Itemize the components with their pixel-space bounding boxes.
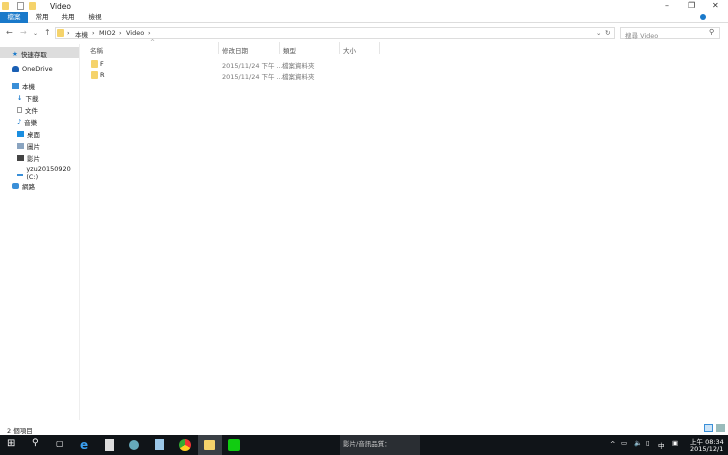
recent-dropdown[interactable]: ⌄ [33,30,38,37]
network-icon [12,183,19,189]
tab-view[interactable]: 檢視 [85,12,105,23]
breadcrumb-mio2[interactable]: MIO2 [99,29,116,37]
file-name: R [100,71,105,79]
notification-icon[interactable]: ▯ [646,439,650,447]
chrome-icon[interactable] [179,439,191,451]
clock-date[interactable]: 2015/12/1 [690,445,723,453]
ribbon [0,12,728,23]
new-folder-icon[interactable] [29,2,36,10]
folder-icon [57,29,64,37]
sidebar-item-documents[interactable]: 文件 [17,105,38,115]
tab-file[interactable]: 檔案 [0,12,28,23]
network-tray-icon[interactable]: ▭ [621,439,627,447]
file-explorer-icon [204,440,215,450]
music-icon: ♪ [17,118,22,126]
sidebar-item-pictures[interactable]: 圖片 [17,141,40,151]
column-header-name[interactable]: 名稱 [90,45,103,55]
search-input[interactable]: 搜尋 Video [620,27,720,40]
sidebar-item-this-pc[interactable]: 本機 [12,81,35,91]
folder-icon [2,2,9,10]
navigation-pane: ★ 快速存取 OneDrive 本機 ↓ 下載 文件 ♪ 音樂 桌面 圖片 影片 yz… [0,44,80,420]
desktop-icon [17,131,24,137]
sidebar-item-music[interactable]: ♪ 音樂 [17,117,37,127]
app-icon[interactable] [155,439,164,450]
up-button[interactable]: ↑ [44,28,51,37]
edge-icon[interactable]: e [80,438,94,452]
keyboard-icon[interactable]: ▣ [672,439,678,447]
column-header-size[interactable]: 大小 [343,45,356,55]
file-type: 檔案資料夾 [282,62,315,70]
sidebar-item-drive-c[interactable]: yzu20150920 (C:) [17,165,79,181]
star-icon: ★ [12,50,18,58]
document-icon [17,107,22,113]
file-row[interactable]: F 2015/11/24 下午 ... 檔案資料夾 [88,59,378,70]
address-dropdown[interactable]: ⌄ [596,29,601,37]
file-date: 2015/11/24 下午 ... [222,62,283,70]
forward-button[interactable]: → [20,28,27,37]
folder-icon [91,60,98,68]
drive-icon [17,170,24,176]
details-view-button[interactable] [704,424,713,432]
properties-icon[interactable] [17,2,24,10]
close-button[interactable]: ✕ [712,1,719,10]
pictures-icon [17,143,24,149]
search-icon: ⚲ [709,28,715,36]
tab-share[interactable]: 共用 [58,12,78,23]
sidebar-item-onedrive[interactable]: OneDrive [12,65,53,73]
sidebar-item-downloads[interactable]: ↓ 下載 [17,93,38,103]
file-type: 檔案資料夾 [282,73,315,81]
large-icons-view-button[interactable] [716,424,725,432]
sidebar-item-videos[interactable]: 影片 [17,153,40,163]
sidebar-item-desktop[interactable]: 桌面 [17,129,40,139]
cloud-icon [12,66,19,72]
line-icon[interactable] [228,439,240,451]
window-title: Video [50,2,72,11]
task-view-icon[interactable]: ▢ [56,439,64,448]
videos-icon [17,155,24,161]
calculator-icon[interactable] [105,439,114,451]
sidebar-item-quick-access[interactable]: ★ 快速存取 [12,49,47,59]
quality-popup: 影片/音訊品質： [343,440,391,448]
volume-icon[interactable]: 🔈 [634,439,642,447]
back-button[interactable]: ← [6,28,13,37]
status-item-count: 2 個項目 [7,427,33,435]
column-header-date[interactable]: 修改日期 [222,45,248,55]
refresh-button[interactable]: ↻ [605,29,610,37]
help-icon[interactable] [700,14,706,20]
show-hidden-icons[interactable]: ^ [610,440,615,448]
file-name: F [100,60,104,68]
sort-ascending-icon: ^ [150,39,156,46]
sidebar-item-network[interactable]: 網路 [12,181,35,191]
title-bar: Video – ❐ ✕ [0,0,728,12]
file-row[interactable]: R 2015/11/24 下午 ... 檔案資料夾 [88,70,378,81]
download-icon: ↓ [17,94,23,102]
breadcrumb-this-pc[interactable]: 本機 [75,29,88,39]
computer-icon [12,83,19,89]
column-header-type[interactable]: 類型 [283,45,296,55]
start-button[interactable]: ⊞ [7,438,15,449]
paint-icon[interactable] [129,440,139,450]
search-taskbar-icon[interactable]: ⚲ [32,438,39,448]
breadcrumb-video[interactable]: Video [126,29,144,37]
minimize-button[interactable]: – [665,1,669,10]
restore-button[interactable]: ❐ [688,1,695,10]
tab-home[interactable]: 常用 [32,12,52,23]
file-date: 2015/11/24 下午 ... [222,73,283,81]
folder-icon [91,71,98,79]
ime-indicator[interactable]: 中 [658,440,665,450]
